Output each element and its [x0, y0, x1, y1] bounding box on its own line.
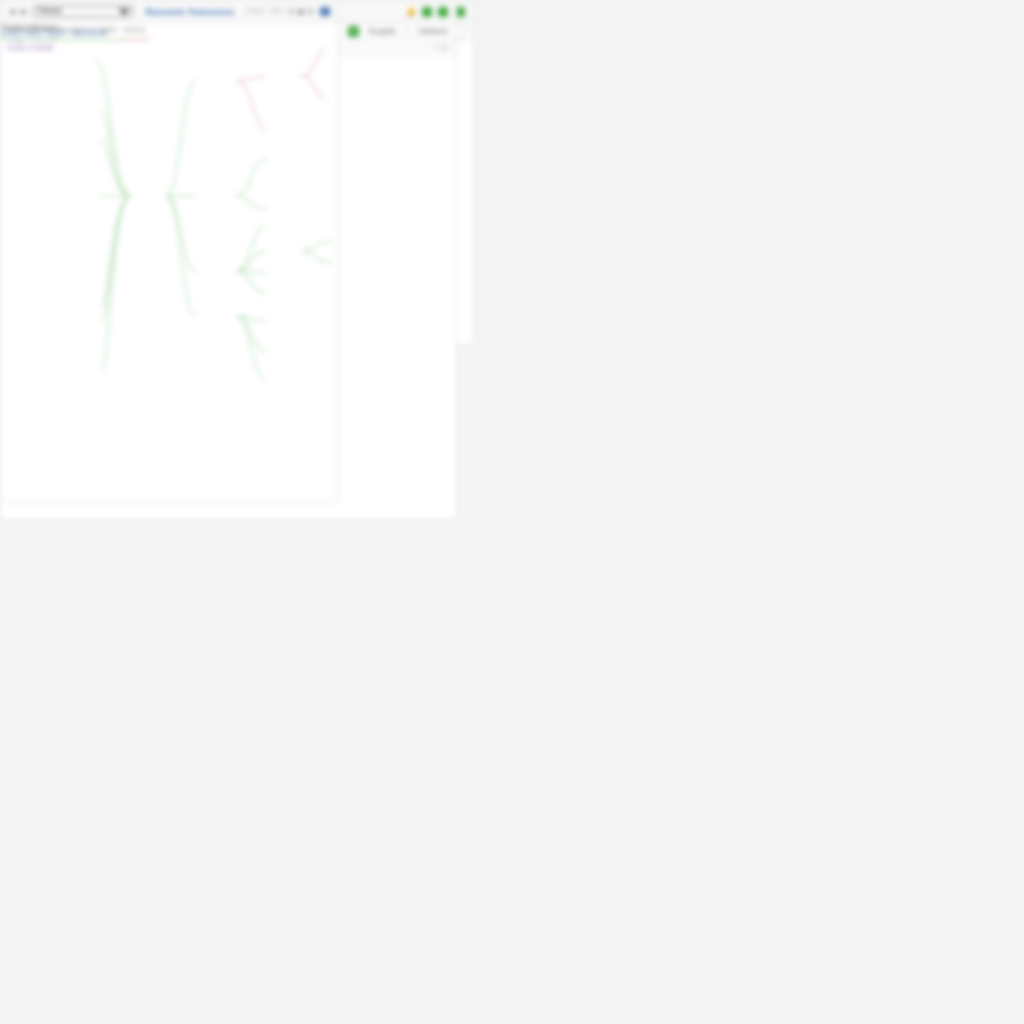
foot-link[interactable]: Voter Overs Tearh : IMCIRVM: [1, 29, 107, 38]
titlebar: ◀▶ Peeoce Rasusels Yeanuvens SosreAoll ⊟…: [1, 1, 338, 23]
pane-5: ◀▶ Peeoce Rasusels Yeanuvens SosreAoll ⊟…: [0, 0, 339, 502]
m[interactable]: Utolrenc: [418, 27, 448, 36]
m[interactable]: Euspile: [369, 27, 395, 36]
bell-icon[interactable]: 🔔: [406, 7, 416, 16]
page-title: Rasusels Yeanuvens: [145, 7, 234, 17]
sel[interactable]: Peeoce: [33, 6, 133, 17]
